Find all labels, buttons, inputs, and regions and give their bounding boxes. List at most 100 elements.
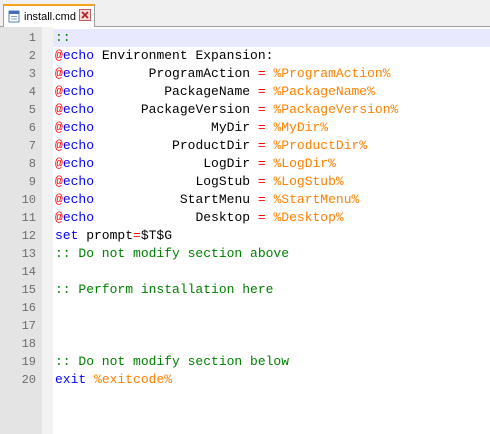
line-code: @echo PackageVersion = %PackageVersion% — [55, 101, 398, 119]
code-token: echo — [62, 156, 95, 171]
line-code: :: Do not modify section above — [55, 245, 289, 263]
code-token: LogDir — [94, 156, 258, 171]
line-code: @echo Environment Expansion: — [55, 47, 273, 65]
code-token: :: Do not modify section below — [55, 354, 290, 369]
code-line[interactable]: 1:: — [0, 29, 490, 47]
code-token: echo — [62, 120, 95, 135]
line-number: 17 — [21, 319, 36, 333]
code-line[interactable]: 9 @echo LogStub = %LogStub% — [0, 173, 490, 191]
code-token: PackageName — [94, 84, 258, 99]
editor-window: install.cmd 1:: 2 @echo Environment Expans… — [0, 0, 490, 434]
code-line[interactable]: 19:: Do not modify section below — [0, 353, 490, 371]
line-number: 18 — [21, 337, 36, 351]
code-token: %ProductDir% — [273, 138, 368, 153]
code-line[interactable]: 7 @echo ProductDir = %ProductDir% — [0, 137, 490, 155]
code-token: @ — [55, 66, 63, 81]
code-token: %StartMenu% — [273, 192, 360, 207]
tab-install-cmd[interactable]: install.cmd — [3, 4, 95, 27]
code-token: %LogDir% — [273, 156, 336, 171]
code-token: @ — [55, 156, 63, 171]
code-token: LogStub — [94, 174, 258, 189]
code-token: $T$G — [140, 228, 173, 243]
code-token: @ — [55, 120, 63, 135]
line-code: @echo Desktop = %Desktop% — [55, 209, 344, 227]
code-line[interactable]: 17 — [0, 317, 490, 335]
code-token: Desktop — [94, 210, 258, 225]
line-number: 4 — [28, 85, 36, 99]
code-line[interactable]: 6 @echo MyDir = %MyDir% — [0, 119, 490, 137]
code-token: %Desktop% — [273, 210, 344, 225]
code-token: = — [257, 66, 266, 81]
current-line-highlight — [53, 29, 490, 47]
code-line[interactable]: 5 @echo PackageVersion = %PackageVersion% — [0, 101, 490, 119]
code-token: @ — [55, 210, 63, 225]
code-token: = — [257, 84, 266, 99]
code-line[interactable]: 4 @echo PackageName = %PackageName% — [0, 83, 490, 101]
code-editor[interactable]: 1:: 2 @echo Environment Expansion: 3 @echo P… — [0, 27, 490, 434]
code-line[interactable]: 16 — [0, 299, 490, 317]
line-code: @echo LogDir = %LogDir% — [55, 155, 336, 173]
line-code: @echo LogStub = %LogStub% — [55, 173, 344, 191]
code-line[interactable]: 14 — [0, 263, 490, 281]
code-token: StartMenu — [94, 192, 258, 207]
code-token: echo — [62, 210, 95, 225]
code-token: MyDir — [94, 120, 258, 135]
code-token: = — [257, 156, 266, 171]
code-token: :: — [55, 30, 71, 45]
line-number: 10 — [21, 193, 36, 207]
line-number: 8 — [28, 157, 36, 171]
code-line[interactable]: 10 @echo StartMenu = %StartMenu% — [0, 191, 490, 209]
code-token: ProductDir — [94, 138, 258, 153]
code-token: echo — [62, 174, 95, 189]
code-line[interactable]: 11 @echo Desktop = %Desktop% — [0, 209, 490, 227]
file-icon — [8, 10, 20, 23]
code-line[interactable]: 8 @echo LogDir = %LogDir% — [0, 155, 490, 173]
code-token: = — [133, 228, 141, 243]
code-token: echo — [62, 138, 95, 153]
tab-label: install.cmd — [24, 10, 76, 23]
code-token: = — [257, 174, 266, 189]
code-token: = — [257, 120, 266, 135]
code-token: %PackageVersion% — [273, 102, 399, 117]
code-token: = — [257, 192, 266, 207]
line-number: 9 — [28, 175, 36, 189]
code-token: %exitcode% — [94, 372, 173, 387]
code-token: :: Perform installation here — [55, 282, 274, 297]
code-token: @ — [55, 174, 63, 189]
line-code: @echo PackageName = %PackageName% — [55, 83, 375, 101]
code-line[interactable]: 13:: Do not modify section above — [0, 245, 490, 263]
code-token: PackageVersion — [94, 102, 258, 117]
code-token: set — [55, 228, 79, 243]
code-token: @ — [55, 102, 63, 117]
code-token: = — [257, 102, 266, 117]
code-line[interactable]: 20 exit %exitcode% — [0, 371, 490, 389]
line-code: @echo MyDir = %MyDir% — [55, 119, 328, 137]
close-icon[interactable] — [79, 9, 91, 21]
code-token: exit — [55, 372, 87, 387]
line-code: @echo ProgramAction = %ProgramAction% — [55, 65, 391, 83]
code-line[interactable]: 18 — [0, 335, 490, 353]
line-code: :: — [55, 29, 71, 47]
line-number: 3 — [28, 67, 36, 81]
code-token: Environment Expansion: — [94, 48, 274, 63]
code-token: %PackageName% — [273, 84, 375, 99]
line-number: 16 — [21, 301, 36, 315]
line-number: 1 — [28, 31, 36, 45]
line-number: 11 — [21, 211, 36, 225]
code-token: %LogStub% — [273, 174, 344, 189]
code-line[interactable]: 12 set prompt=$T$G — [0, 227, 490, 245]
code-line[interactable]: 15:: Perform installation here — [0, 281, 490, 299]
line-number: 19 — [21, 355, 36, 369]
tab-bar: install.cmd — [0, 0, 490, 27]
code-token: :: Do not modify section above — [55, 246, 290, 261]
line-code: :: Perform installation here — [55, 281, 273, 299]
line-number: 12 — [21, 229, 36, 243]
line-number: 14 — [21, 265, 36, 279]
code-line[interactable]: 3 @echo ProgramAction = %ProgramAction% — [0, 65, 490, 83]
line-number: 2 — [28, 49, 36, 63]
code-line[interactable]: 2 @echo Environment Expansion: — [0, 47, 490, 65]
line-number: 6 — [28, 121, 36, 135]
code-token: prompt — [78, 228, 134, 243]
code-token: ProgramAction — [94, 66, 258, 81]
